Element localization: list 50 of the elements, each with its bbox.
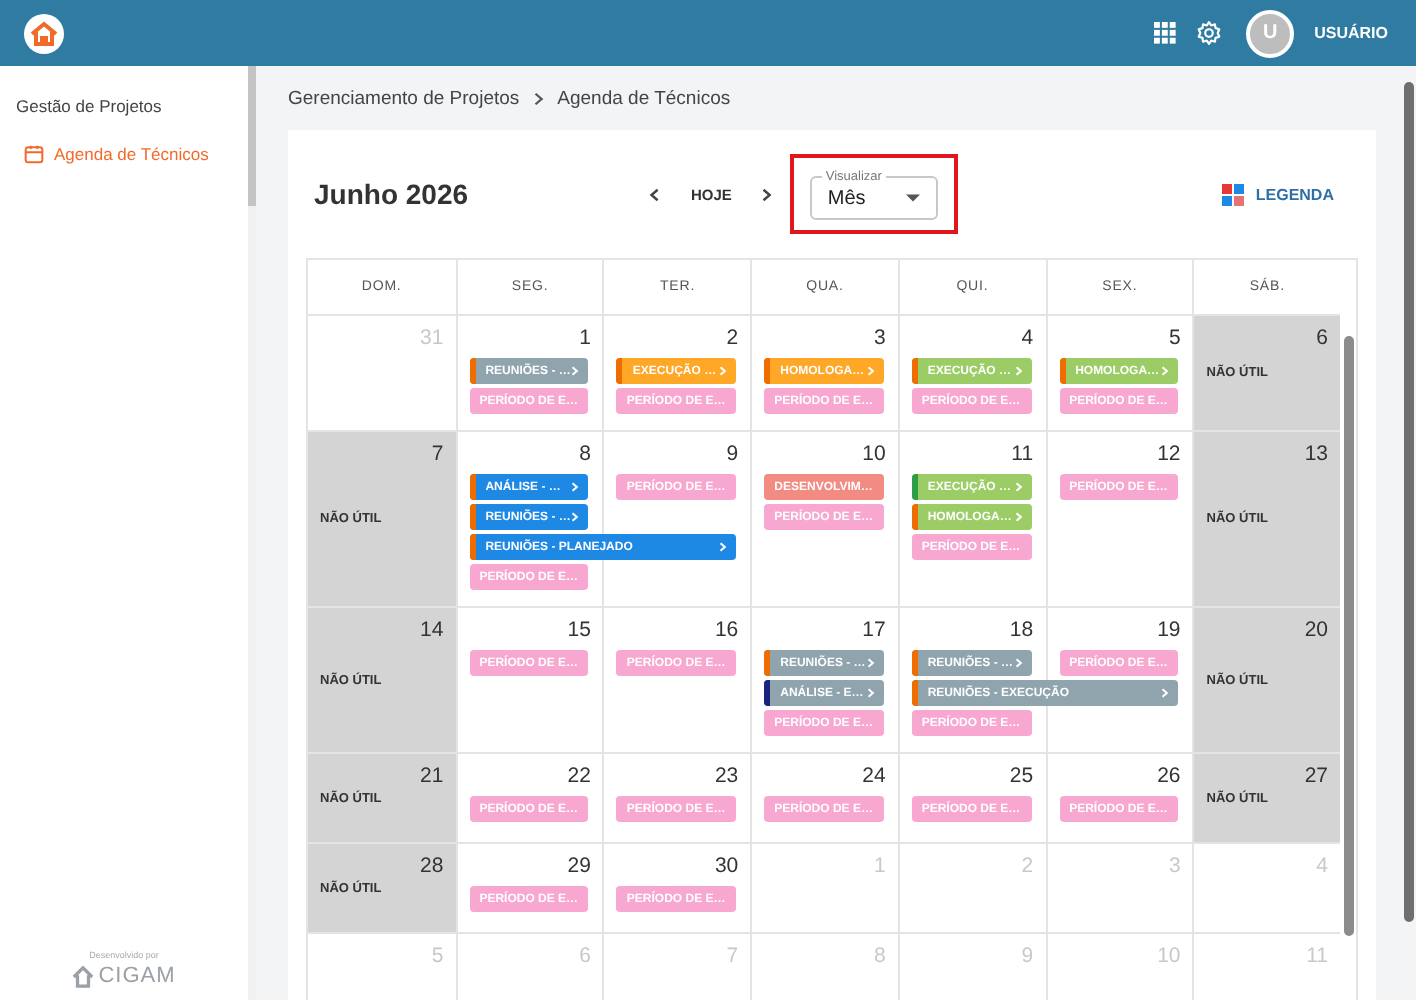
day-number: 12 [1157, 440, 1183, 466]
day-number: 15 [567, 616, 593, 642]
day-number: 30 [714, 852, 741, 878]
day-number: 29 [567, 852, 593, 878]
day-number: 23 [714, 762, 741, 788]
day-number: 25 [1009, 762, 1036, 788]
apps-grid-icon[interactable] [1154, 22, 1177, 44]
day-number: 27 [1304, 762, 1330, 788]
color-squares-icon [1221, 183, 1244, 205]
day-number: 4 [1021, 324, 1036, 350]
day-number: 3 [874, 324, 888, 350]
day-number: 8 [579, 440, 593, 466]
month-title: Junho 2026 [314, 178, 471, 210]
caret-icon [905, 194, 920, 202]
sidebar-item[interactable]: Agenda de Técnicos [0, 116, 248, 164]
day-number: 11 [1011, 440, 1036, 466]
scrollbar[interactable] [248, 66, 256, 206]
day-number: 10 [862, 440, 888, 466]
chevron-right-icon [759, 187, 774, 201]
day-number: 2 [726, 324, 741, 350]
day-number: 20 [1304, 616, 1330, 642]
breadcrumb-link[interactable]: Gerenciamento de Projetos [288, 88, 520, 110]
day-number: 1 [579, 324, 593, 350]
day-number: 19 [1157, 616, 1183, 642]
chevron-right-icon [531, 92, 546, 106]
brand-name: CIGAM [98, 964, 176, 988]
legend-button[interactable]: LEGENDA [1213, 175, 1342, 213]
brand-logo-icon [72, 965, 95, 987]
chevron-left-icon [648, 187, 663, 201]
day-number: 7 [431, 440, 446, 466]
day-number: 24 [862, 762, 888, 788]
logo-icon[interactable] [24, 13, 64, 53]
calendar-icon [24, 144, 44, 164]
day-number: 21 [420, 762, 446, 788]
day-number: 17 [862, 616, 888, 642]
user-avatar[interactable]: U [1246, 9, 1295, 57]
day-number: 26 [1157, 762, 1183, 788]
day-number: 9 [726, 440, 741, 466]
settings-icon[interactable] [1196, 20, 1223, 46]
day-number: 13 [1304, 440, 1330, 466]
day-number: 5 [1168, 324, 1183, 350]
day-number: 6 [1316, 324, 1330, 350]
day-number: 14 [420, 616, 446, 642]
day-number: 28 [420, 852, 446, 878]
day-number: 18 [1009, 616, 1036, 642]
breadcrumb-link[interactable]: Agenda de Técnicos [557, 88, 731, 110]
day-number: 22 [567, 762, 593, 788]
day-number: 16 [714, 616, 741, 642]
sidebar-section-title: Gestão de Projetos [14, 96, 164, 116]
user-name[interactable]: USUÁRIO [1314, 24, 1388, 42]
